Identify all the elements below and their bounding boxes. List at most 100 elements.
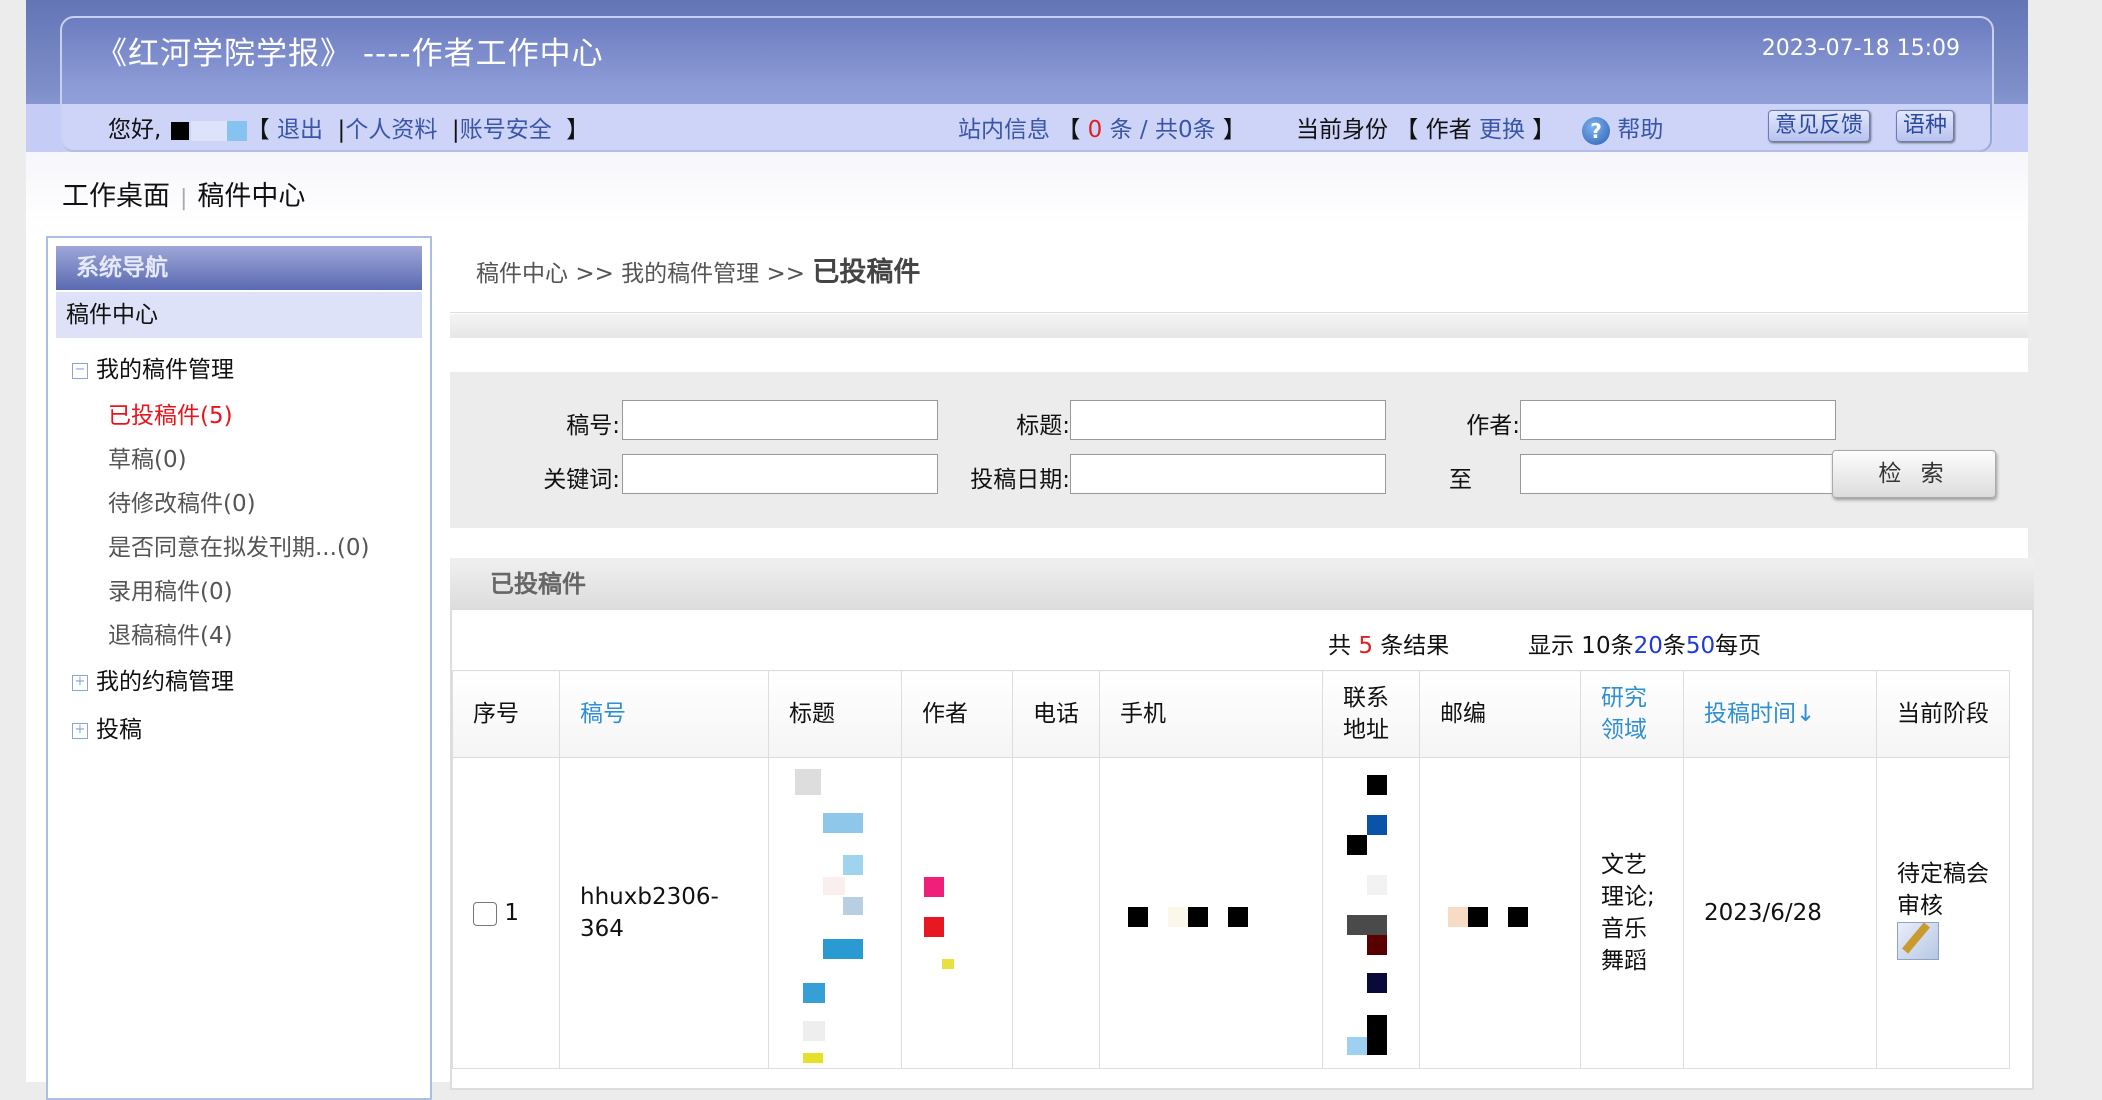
tab-manuscript-center[interactable]: 稿件中心 — [197, 181, 305, 212]
messages-total[interactable]: 条 / 共0条 — [1110, 117, 1216, 143]
feedback-button[interactable]: 意见反馈 — [1768, 110, 1871, 142]
identity-label: 当前身份 — [1296, 117, 1388, 143]
cell-research-field: 文艺理论;音乐舞蹈 — [1580, 757, 1684, 1069]
cell-stage: 待定稿会审核 — [1876, 757, 2010, 1069]
result-count: 共 5 条结果 — [1328, 626, 1449, 660]
sidebar-item-accepted[interactable]: 录用稿件(0) — [108, 572, 233, 606]
toolbar-strip — [450, 314, 2028, 338]
expand-icon[interactable]: + — [72, 722, 88, 739]
col-title: 标题 — [768, 670, 902, 758]
identity-info: 当前身份 【 作者 更换 】 — [1296, 117, 1556, 143]
sidebar-item-drafts[interactable]: 草稿(0) — [108, 440, 187, 474]
site-title: 《红河学院学报》 ----作者工作中心 — [96, 36, 604, 72]
col-index: 序号 — [452, 670, 560, 758]
manuscript-no-label: 稿号: — [566, 413, 620, 439]
sidebar-item-to-revise[interactable]: 待修改稿件(0) — [108, 484, 256, 518]
keyword-label: 关键词: — [543, 467, 620, 493]
table-header-row: 序号 稿号 标题 作者 电话 手机 联系地址 邮编 研究领域 投稿时间↓ 当前阶… — [452, 670, 2010, 758]
expand-icon[interactable]: + — [72, 674, 88, 691]
keyword-input[interactable] — [622, 454, 938, 494]
top-nav: 工作桌面 | 稿件中心 — [62, 181, 306, 212]
current-datetime: 2023-07-18 15:09 — [1761, 36, 1960, 61]
col-submit-time[interactable]: 投稿时间↓ — [1683, 670, 1877, 758]
sidebar-heading: 系统导航 — [56, 246, 422, 290]
page-size-10[interactable]: 显示 10条 — [1528, 633, 1634, 659]
redacted-title — [769, 763, 901, 1063]
group-label: 投稿 — [96, 717, 142, 743]
language-button[interactable]: 语种 — [1896, 110, 1955, 142]
manuscript-no-input[interactable] — [622, 400, 938, 440]
count-prefix: 共 — [1328, 633, 1351, 659]
greeting: 您好, — [108, 117, 162, 143]
top-nav-bg — [26, 152, 2028, 224]
help-link[interactable]: ? 帮助 — [1582, 110, 1663, 145]
row-checkbox[interactable] — [473, 901, 497, 926]
divider — [450, 312, 2028, 313]
sidebar-section[interactable]: 稿件中心 — [56, 292, 422, 338]
sidebar-item-submitted[interactable]: 已投稿件(5) — [108, 396, 233, 430]
cell-postcode — [1419, 757, 1581, 1069]
search-panel — [450, 372, 2028, 528]
date-to-label: 至 — [1449, 467, 1472, 493]
col-manuscript-no[interactable]: 稿号 — [559, 670, 769, 758]
stage-label: 待定稿会审核 — [1897, 860, 1989, 919]
redacted-postcode — [1420, 763, 1580, 1063]
date-to-input[interactable] — [1520, 454, 1836, 494]
date-from-input[interactable] — [1070, 454, 1386, 494]
cell-index: 1 — [452, 757, 560, 1069]
title-input[interactable] — [1070, 400, 1386, 440]
author-label: 作者: — [1466, 413, 1520, 439]
breadcrumb-level2[interactable]: 我的稿件管理 — [621, 261, 759, 287]
author-input[interactable] — [1520, 400, 1836, 440]
collapse-icon[interactable]: − — [72, 362, 88, 379]
help-icon: ? — [1582, 116, 1610, 145]
table-row: 1 hhuxb2306-364 文艺理论;音乐舞蹈 2023/6/28 待定稿会… — [452, 757, 2010, 1069]
col-author: 作者 — [901, 670, 1013, 758]
page-size-20[interactable]: 20 — [1634, 633, 1663, 659]
redacted-username-gap — [190, 120, 227, 141]
col-research-field[interactable]: 研究领域 — [1580, 670, 1684, 758]
cell-address — [1322, 757, 1420, 1069]
cell-mobile — [1099, 757, 1323, 1069]
account-security-link[interactable]: 账号安全 — [460, 117, 552, 143]
cell-submit-time: 2023/6/28 — [1683, 757, 1877, 1069]
switch-identity-link[interactable]: 更换 — [1479, 117, 1525, 143]
sidebar-item-rejected[interactable]: 退稿稿件(4) — [108, 616, 233, 650]
breadcrumb-level1[interactable]: 稿件中心 — [476, 261, 568, 287]
redacted-author — [902, 763, 1012, 1063]
user-bar: 您好, 【 退出 |个人资料 |账号安全 】 — [108, 117, 590, 143]
messages-info: 站内信息 【 0 条 / 共0条 】 — [958, 117, 1246, 143]
col-phone: 电话 — [1012, 670, 1100, 758]
col-stage: 当前阶段 — [1876, 670, 2010, 758]
redacted-username — [170, 121, 189, 140]
logout-link[interactable]: 退出 — [277, 117, 323, 143]
cell-title — [768, 757, 902, 1069]
tab-workdesk[interactable]: 工作桌面 — [62, 181, 170, 212]
messages-link[interactable]: 站内信息 — [958, 117, 1050, 143]
page-size-selector: 显示 10条20条50每页 — [1528, 626, 1761, 660]
sidebar-group-my-manuscripts[interactable]: − 我的稿件管理 — [72, 350, 234, 384]
date-label: 投稿日期: — [970, 467, 1070, 493]
col-postcode: 邮编 — [1419, 670, 1581, 758]
sidebar-item-issue-consent[interactable]: 是否同意在拟发刊期...(0) — [108, 528, 370, 562]
sidebar-group-solicited[interactable]: + 我的约稿管理 — [72, 662, 234, 696]
col-mobile: 手机 — [1099, 670, 1323, 758]
count-value: 5 — [1358, 633, 1373, 659]
page-size-suffix: 每页 — [1715, 633, 1762, 659]
cell-phone — [1012, 757, 1100, 1069]
profile-link[interactable]: 个人资料 — [345, 117, 437, 143]
breadcrumb-sep: >> — [575, 261, 614, 287]
breadcrumb-current: 已投稿件 — [812, 257, 921, 288]
search-button[interactable]: 检 索 — [1832, 450, 1996, 498]
redacted-address — [1323, 763, 1419, 1063]
cell-author — [901, 757, 1013, 1069]
unread-count: 0 — [1087, 117, 1103, 143]
group-label: 我的稿件管理 — [96, 357, 234, 383]
sidebar-group-submit[interactable]: + 投稿 — [72, 710, 142, 744]
redacted-mobile — [1100, 763, 1322, 1063]
help-label: 帮助 — [1617, 117, 1664, 143]
page-size-50[interactable]: 50 — [1686, 633, 1715, 659]
edit-icon[interactable] — [1897, 921, 1939, 960]
title-label: 标题: — [1016, 413, 1070, 439]
page: 《红河学院学报》 ----作者工作中心 2023-07-18 15:09 您好,… — [26, 0, 2034, 1100]
